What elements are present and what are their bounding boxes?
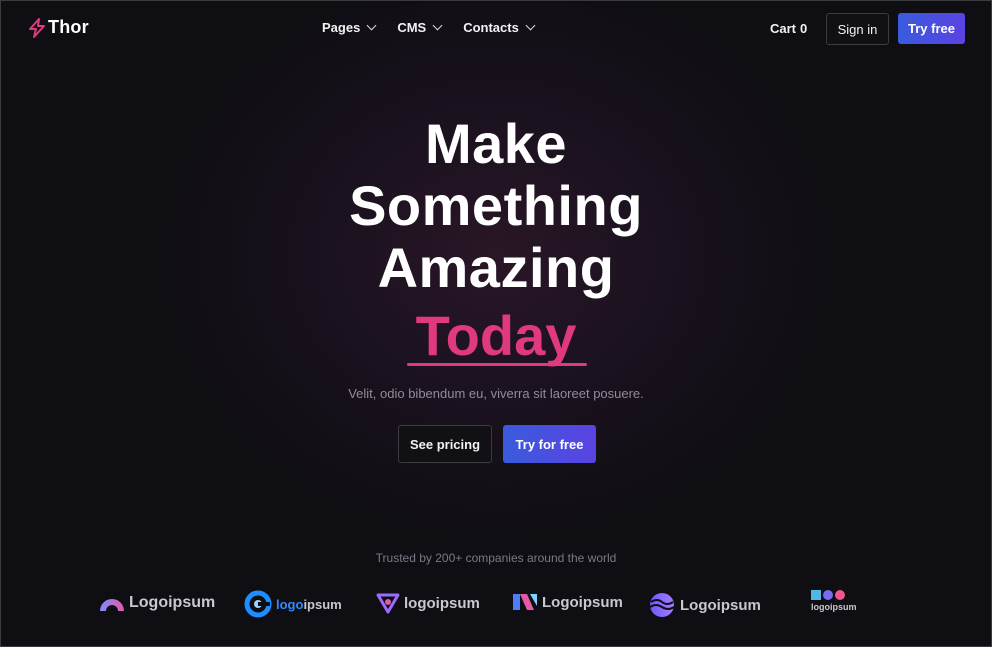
- menu-item-pages[interactable]: Pages: [322, 20, 377, 35]
- hero-highlight-text: Today: [415, 304, 577, 367]
- ring-icon: [244, 590, 272, 618]
- hero-subtitle: Velit, odio bibendum eu, viverra sit lao…: [348, 386, 644, 401]
- chevron-down-icon: [525, 20, 536, 31]
- arch-icon: [100, 599, 124, 611]
- partner-logo-text: Logoipsum: [542, 593, 623, 611]
- brand-logo[interactable]: Thor: [28, 17, 89, 38]
- hero-title-line: Make: [424, 112, 568, 175]
- partner-logo: Logoipsum: [512, 593, 623, 611]
- triangle-icon: [376, 593, 400, 614]
- partner-logo: Logoipsum: [99, 593, 215, 613]
- cart-label: Cart: [770, 21, 797, 36]
- shapes-icon: [811, 590, 845, 600]
- partner-logo-text: Logoipsum: [129, 594, 216, 611]
- hero-title: Make Something Amazing: [1, 113, 991, 299]
- highlight-underline: [407, 363, 587, 366]
- hero-title-line: Something: [349, 174, 643, 237]
- trusted-text: Trusted by 200+ companies around the wor…: [375, 551, 617, 565]
- sign-in-button[interactable]: Sign in: [826, 13, 889, 45]
- chevron-down-icon: [366, 20, 377, 31]
- menu-item-label: Pages: [322, 20, 361, 35]
- partner-logo-text: Logoipsum: [680, 596, 761, 614]
- cart-count: 0: [800, 21, 808, 36]
- partner-logo: logoipsum: [376, 592, 480, 614]
- partner-logo: logoipsum: [811, 590, 857, 612]
- menu-item-label: CMS: [397, 20, 427, 35]
- partner-logos: Logoipsum logoipsum logoipsum Logoipsum …: [1, 587, 991, 621]
- try-free-button[interactable]: Try free: [898, 13, 965, 44]
- brand-name: Thor: [48, 17, 89, 37]
- menu-item-label: Contacts: [463, 20, 519, 35]
- partner-logo-text: logoipsum: [811, 602, 857, 612]
- wave-sphere-icon: [649, 593, 675, 617]
- partner-logo-text: logoipsum: [404, 594, 480, 612]
- n-stripes-icon: [513, 594, 537, 610]
- chevron-down-icon: [432, 20, 443, 31]
- lightning-icon: [29, 17, 45, 38]
- hero-highlight: Today: [1, 305, 991, 367]
- try-for-free-button[interactable]: Try for free: [503, 425, 596, 463]
- top-nav: Thor Pages CMS Contacts Cart 0 Sign in T…: [1, 1, 991, 57]
- menu-item-contacts[interactable]: Contacts: [463, 20, 536, 35]
- hero-title-line: Amazing: [377, 236, 615, 299]
- see-pricing-button[interactable]: See pricing: [398, 425, 492, 463]
- partner-logo-text: logoipsum: [276, 596, 342, 612]
- cart-link[interactable]: Cart 0: [770, 21, 807, 36]
- page-frame: Thor Pages CMS Contacts Cart 0 Sign in T…: [0, 0, 992, 647]
- menu-item-cms[interactable]: CMS: [397, 20, 443, 35]
- main-menu: Pages CMS Contacts: [322, 20, 536, 35]
- partner-logo: Logoipsum: [648, 591, 761, 619]
- partner-logo: logoipsum: [244, 590, 342, 618]
